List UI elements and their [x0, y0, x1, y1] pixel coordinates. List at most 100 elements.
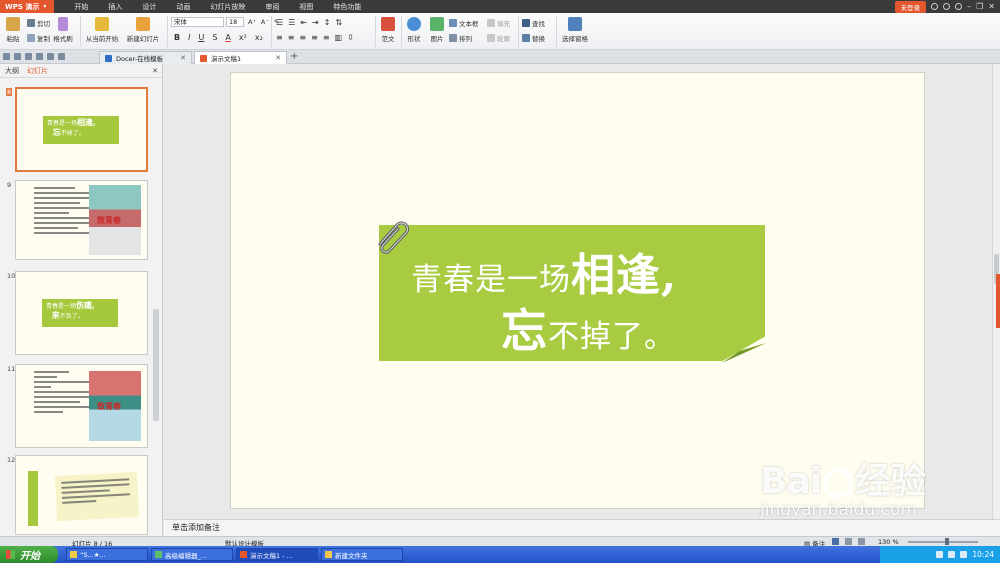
play-from-current-button[interactable]: 从当前开始 [84, 17, 120, 43]
taskbar-item[interactable]: 新建文件夹 [321, 548, 403, 561]
outline-button[interactable]: 轮廓 [487, 33, 510, 43]
arrange-button[interactable]: 排列 [449, 33, 472, 43]
copy-button[interactable]: 复制 [27, 33, 50, 43]
replace-button[interactable]: 替换 [522, 33, 545, 43]
undo-icon[interactable] [47, 53, 54, 60]
zoom-level[interactable]: 130 % [878, 538, 899, 546]
preview-icon[interactable] [36, 53, 43, 60]
menu-design[interactable]: 设计 [132, 2, 166, 12]
slide-text-line-1[interactable]: 青春是一场相逢, [411, 239, 677, 303]
taskbar-item[interactable]: 高级编辑器_... [151, 548, 233, 561]
network-icon[interactable] [936, 551, 944, 558]
bullet-list-icon[interactable]: ☰ [276, 18, 283, 27]
fill-button[interactable]: 填充 [487, 18, 510, 28]
current-slide[interactable]: 青春是一场相逢, 忘不掉了。 [230, 72, 925, 509]
bold-icon[interactable]: B [174, 33, 180, 42]
distribute-icon[interactable]: ≡ [323, 33, 330, 42]
taskbar-item[interactable]: 演示文稿1 - ... [236, 548, 318, 561]
menu-slideshow[interactable]: 幻灯片放映 [200, 2, 255, 12]
shape-button[interactable]: 形状 [404, 17, 424, 43]
align-center-icon[interactable]: ≡ [288, 33, 295, 42]
font-size-select[interactable]: 18 [226, 17, 244, 27]
thumbnail-scrollbar[interactable] [153, 309, 159, 421]
restore-icon[interactable]: ❐ [976, 2, 983, 11]
save-icon[interactable] [14, 53, 21, 60]
justify-icon[interactable]: ≡ [311, 33, 318, 42]
tab-docer[interactable]: Docer-在线模板 ✕ [99, 51, 192, 64]
side-panel-toggle[interactable] [996, 274, 1000, 328]
grow-font-icon[interactable]: A⁺ [248, 18, 256, 26]
text-direction-icon[interactable]: ⇅ [335, 18, 342, 27]
app-menu-button[interactable]: WPS 演示 ▾ [0, 0, 55, 13]
close-icon[interactable]: ✕ [152, 67, 158, 75]
new-tab-button[interactable]: + [290, 51, 298, 62]
minimize-icon[interactable]: – [967, 2, 971, 11]
slide-thumbnail-10[interactable]: 青春是一场伤痛, 来不及了。 [15, 271, 148, 355]
paste-button[interactable]: 粘贴 [4, 17, 22, 43]
slide-thumbnail-9[interactable]: 致青春 [15, 180, 148, 260]
close-icon[interactable]: ✕ [180, 54, 186, 62]
help-icon[interactable] [955, 3, 963, 10]
slide-text-line-2[interactable]: 忘不掉了。 [501, 295, 676, 361]
normal-view-icon[interactable] [832, 538, 839, 545]
slide-thumbnail-8[interactable]: 青春是一场相逢, 忘不掉了。 [15, 87, 148, 172]
tab-slides[interactable]: 幻灯片 [27, 66, 48, 76]
feedback-icon[interactable] [943, 3, 951, 10]
tab-presentation[interactable]: 演示文稿1 ✕ [194, 51, 287, 64]
cut-button[interactable]: 剪切 [27, 18, 50, 28]
font-color-icon[interactable]: A [225, 33, 230, 42]
volume-icon[interactable] [948, 551, 956, 558]
vertical-align-icon[interactable]: ⇳ [347, 33, 354, 42]
zoom-slider[interactable] [908, 541, 978, 543]
italic-icon[interactable]: I [188, 33, 190, 42]
find-button[interactable]: 查找 [522, 18, 545, 28]
menu-review[interactable]: 审阅 [255, 2, 289, 12]
new-slide-button[interactable]: 新建幻灯片 [124, 17, 162, 43]
close-icon[interactable]: ✕ [988, 2, 995, 11]
superscript-icon[interactable]: x² [239, 33, 247, 42]
menu-view[interactable]: 视图 [289, 2, 323, 12]
menu-animation[interactable]: 动画 [166, 2, 200, 12]
shrink-font-icon[interactable]: A⁻ [261, 18, 269, 26]
select-pane-icon [568, 17, 582, 31]
menu-insert[interactable]: 插入 [98, 2, 132, 12]
notes-pane[interactable]: 单击添加备注 [164, 519, 1000, 536]
font-name-select[interactable]: 宋体 [171, 17, 224, 27]
number-list-icon[interactable]: ☰ [288, 18, 295, 27]
menu-special[interactable]: 特色功能 [323, 2, 371, 12]
menu-home[interactable]: 开始 [64, 2, 98, 12]
fill-icon [487, 19, 495, 27]
open-icon[interactable] [3, 53, 10, 60]
align-right-icon[interactable]: ≡ [299, 33, 306, 42]
template-button[interactable]: 范文 [379, 17, 397, 43]
slide-thumbnail-11[interactable]: 致青春 [15, 364, 148, 448]
select-pane-button[interactable]: 选择窗格 [560, 17, 590, 43]
indent-icon[interactable]: ⇥ [312, 18, 319, 27]
format-painter-label: 格式刷 [53, 35, 73, 43]
textbox-button[interactable]: 文本框 [449, 18, 479, 28]
outdent-icon[interactable]: ⇤ [300, 18, 307, 27]
view-buttons [832, 538, 865, 545]
login-button[interactable]: 未登录 [894, 0, 927, 13]
columns-icon[interactable]: ▥ [335, 33, 343, 42]
subscript-icon[interactable]: x₂ [255, 33, 263, 42]
zoom-slider-knob[interactable] [945, 538, 949, 545]
start-button[interactable]: 开始 [0, 546, 58, 563]
line-spacing-icon[interactable]: ↕ [324, 18, 331, 27]
slide-thumbnail-12[interactable] [15, 455, 148, 535]
underline-icon[interactable]: U [198, 33, 204, 42]
redo-icon[interactable] [58, 53, 65, 60]
tab-outline[interactable]: 大纲 [5, 66, 19, 76]
picture-button[interactable]: 图片 [427, 17, 447, 43]
format-painter-button[interactable]: 格式刷 [52, 17, 74, 43]
close-icon[interactable]: ✕ [275, 54, 281, 62]
slide-text-emphasis: 相逢, [571, 250, 678, 301]
taskbar-item[interactable]: “S...★... [66, 548, 148, 561]
skin-icon[interactable] [931, 3, 939, 10]
shadow-icon[interactable]: S [212, 33, 217, 42]
ime-icon[interactable] [960, 551, 968, 558]
align-left-icon[interactable]: ≡ [276, 33, 283, 42]
sorter-view-icon[interactable] [845, 538, 852, 545]
reading-view-icon[interactable] [858, 538, 865, 545]
print-icon[interactable] [25, 53, 32, 60]
